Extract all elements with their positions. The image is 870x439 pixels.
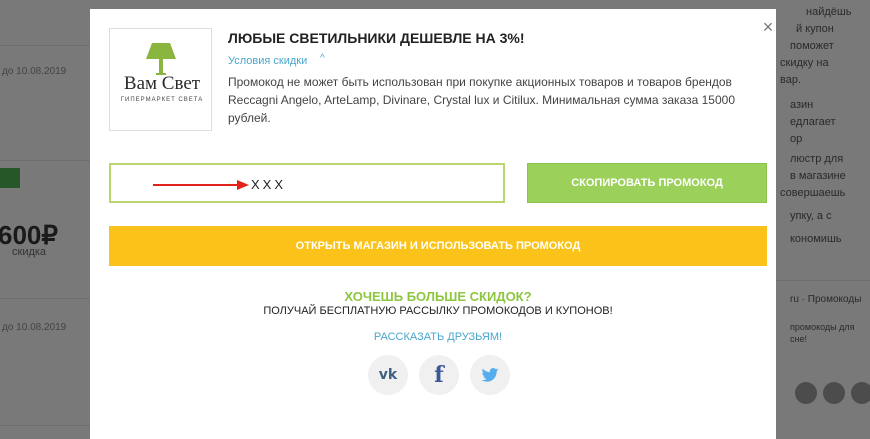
lamp-logo-icon [146,43,176,75]
twitter-icon [481,368,499,382]
newsletter-subtitle: ПОЛУЧАЙ БЕСПЛАТНУЮ РАССЫЛКУ ПРОМОКОДОВ И… [263,305,613,317]
newsletter-heading: ХОЧЕШЬ БОЛЬШЕ СКИДОК? [344,289,532,304]
social-buttons: vk f [368,355,510,395]
chevron-up-icon[interactable]: ^ [320,53,325,64]
logo-name: Вам Свет [123,73,201,94]
open-shop-button[interactable]: ОТКРЫТЬ МАГАЗИН И ИСПОЛЬЗОВАТЬ ПРОМОКОД [109,226,767,266]
vk-icon: vk [378,367,398,383]
store-logo: Вам Свет ГИПЕРМАРКЕТ СВЕТА [109,28,212,131]
offer-description: Промокод не может быть использован при п… [228,75,735,125]
facebook-icon: f [434,362,444,388]
close-icon[interactable]: × [758,17,778,37]
share-friends-link[interactable]: РАССКАЗАТЬ ДРУЗЬЯМ! [90,331,786,343]
offer-title: ЛЮБЫЕ СВЕТИЛЬНИКИ ДЕШЕВЛЕ НА 3%! [228,30,525,46]
copy-promo-button[interactable]: СКОПИРОВАТЬ ПРОМОКОД [527,163,767,203]
promo-code-field[interactable]: XXX [109,163,505,203]
promo-modal: × Вам Свет ГИПЕРМАРКЕТ СВЕТА ЛЮБЫЕ СВЕТИ… [90,9,776,439]
terms-link[interactable]: Условия скидки [228,55,307,67]
twitter-share-button[interactable] [470,355,510,395]
facebook-share-button[interactable]: f [419,355,459,395]
promo-code-value[interactable]: XXX [251,177,286,192]
vk-share-button[interactable]: vk [368,355,408,395]
arrow-icon [153,180,249,190]
logo-subtitle: ГИПЕРМАРКЕТ СВЕТА [120,97,204,103]
